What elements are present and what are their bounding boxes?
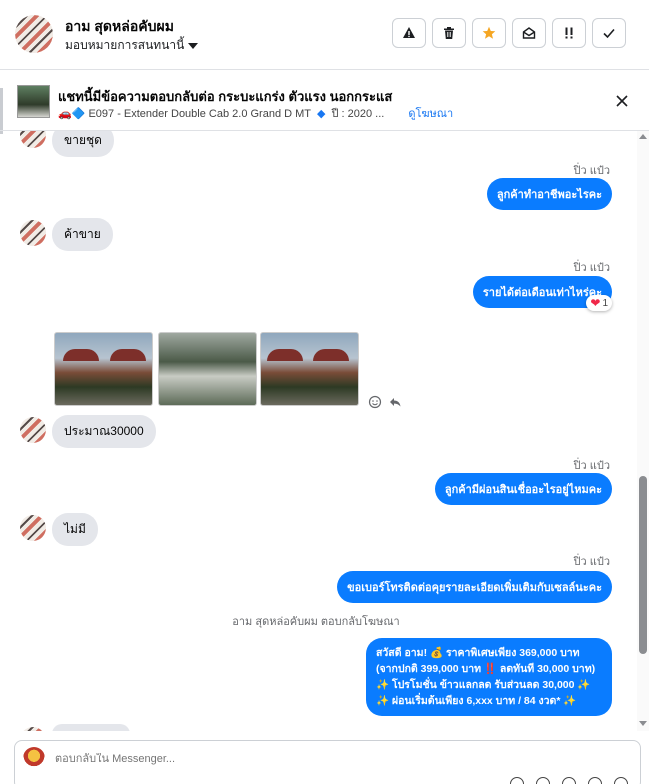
close-icon[interactable] <box>615 94 629 108</box>
contact-avatar <box>20 515 46 541</box>
image-icon[interactable] <box>536 777 550 784</box>
like-icon[interactable] <box>588 777 602 784</box>
mark-spam-button[interactable] <box>392 18 426 48</box>
promo-line: สวัสดี อาม! 💰 ราคาพิเศษเพียง 369,000 บาท <box>376 647 580 659</box>
incoming-message[interactable]: ค้าขาย <box>52 218 113 251</box>
page-avatar <box>23 747 45 769</box>
thread-scrollbar[interactable] <box>637 131 649 731</box>
ad-thumbnail[interactable] <box>17 85 50 118</box>
view-ad-link[interactable]: ดูโฆษณา <box>408 104 453 122</box>
emoji-reaction-icon[interactable] <box>368 395 382 409</box>
photo-attachment[interactable] <box>158 332 257 406</box>
trash-icon <box>444 27 454 39</box>
star-icon <box>482 26 496 39</box>
ad-context-details: 🚗🔷 E097 - Extender Double Cab 2.0 Grand … <box>58 104 453 122</box>
send-icon[interactable] <box>614 777 628 784</box>
contact-name[interactable]: อาม สุดหล่อคับผม <box>65 16 174 38</box>
double-exclamation-icon <box>565 27 573 39</box>
reaction-count: 1 <box>602 297 608 309</box>
contact-avatar <box>20 220 46 246</box>
warning-icon <box>403 27 415 38</box>
assign-conversation-dropdown[interactable]: มอบหมายการสนทนานี้ <box>65 36 199 55</box>
assign-label: มอบหมายการสนทนานี้ <box>65 38 185 52</box>
heart-icon: ❤ <box>590 296 601 310</box>
ad-context-banner: แชทนี้มีข้อความตอบกลับต่อ กระบะแกร่ง ตัว… <box>0 71 649 131</box>
incoming-message[interactable] <box>52 724 130 731</box>
attachment-icon[interactable] <box>510 777 524 784</box>
outgoing-message[interactable]: ลูกค้าทำอาชีพอะไรคะ <box>486 178 612 210</box>
promo-line: (จากปกติ 399,000 บาท ‼️ ลดทันที 30,000 บ… <box>376 663 596 675</box>
separator-dot: ◆ <box>317 107 326 120</box>
sender-name: ปิ่ว แป๋ว <box>573 165 610 177</box>
contact-avatar[interactable] <box>15 15 53 53</box>
conversation-header: อาม สุดหล่อคับผม มอบหมายการสนทนานี้ <box>0 0 649 70</box>
incoming-message[interactable]: ขายชุด <box>52 131 114 157</box>
scroll-down-icon[interactable] <box>639 721 647 726</box>
follow-up-button[interactable] <box>552 18 586 48</box>
ad-year: ปี : 2020 ... <box>331 108 385 120</box>
system-note: อาม สุดหล่อคับผม ตอบกลับโฆษณา <box>232 616 400 628</box>
promo-line: ✨ โปรโมชั่น ข้าวแลกลด รับส่วนลด 30,000 ✨ <box>376 679 591 691</box>
promo-line: ✨ ผ่อนเริ่มต้นเพียง 6,xxx บาท / 84 งวด* … <box>376 695 577 707</box>
composer-tools <box>510 777 628 784</box>
incoming-message[interactable]: ไม่มี <box>52 513 98 546</box>
photo-attachment[interactable] <box>54 332 153 406</box>
star-button[interactable] <box>472 18 506 48</box>
incoming-message[interactable]: ประมาณ30000 <box>52 415 156 448</box>
outgoing-message[interactable]: ขอเบอร์โทรติดต่อคุยรายละเอียดเพิ่มเติมกั… <box>337 571 612 603</box>
contact-avatar <box>20 131 46 148</box>
sender-name: ปิ่ว แป๋ว <box>573 262 610 274</box>
message-thread[interactable]: ขายชุด ปิ่ว แป๋ว ลูกค้าทำอาชีพอะไรคะ ค้า… <box>0 131 636 731</box>
emoji-icon[interactable] <box>562 777 576 784</box>
mark-done-button[interactable] <box>592 18 626 48</box>
caret-down-icon <box>188 42 199 49</box>
delete-button[interactable] <box>432 18 466 48</box>
checkmark-icon <box>603 28 615 39</box>
reply-input[interactable] <box>55 753 555 765</box>
sender-name: ปิ่ว แป๋ว <box>573 460 610 472</box>
outgoing-promo-message[interactable]: สวัสดี อาม! 💰 ราคาพิเศษเพียง 369,000 บาท… <box>366 638 612 716</box>
scroll-up-icon[interactable] <box>639 134 647 139</box>
reply-composer[interactable] <box>14 740 641 784</box>
conversation-toolbar <box>392 18 626 48</box>
scroll-thumb[interactable] <box>639 476 647 654</box>
message-reaction[interactable]: ❤ 1 <box>586 295 612 311</box>
outgoing-message[interactable]: ลูกค้ามีผ่อนสินเชื่ออะไรอยู่ไหมคะ <box>434 473 612 505</box>
reply-icon[interactable] <box>388 395 402 409</box>
sender-name: ปิ่ว แป๋ว <box>573 556 610 568</box>
contact-avatar <box>20 417 46 443</box>
ad-listing-title: 🚗🔷 E097 - Extender Double Cab 2.0 Grand … <box>58 107 312 120</box>
photo-attachment[interactable] <box>260 332 359 406</box>
envelope-open-icon <box>522 27 536 39</box>
mark-unread-button[interactable] <box>512 18 546 48</box>
